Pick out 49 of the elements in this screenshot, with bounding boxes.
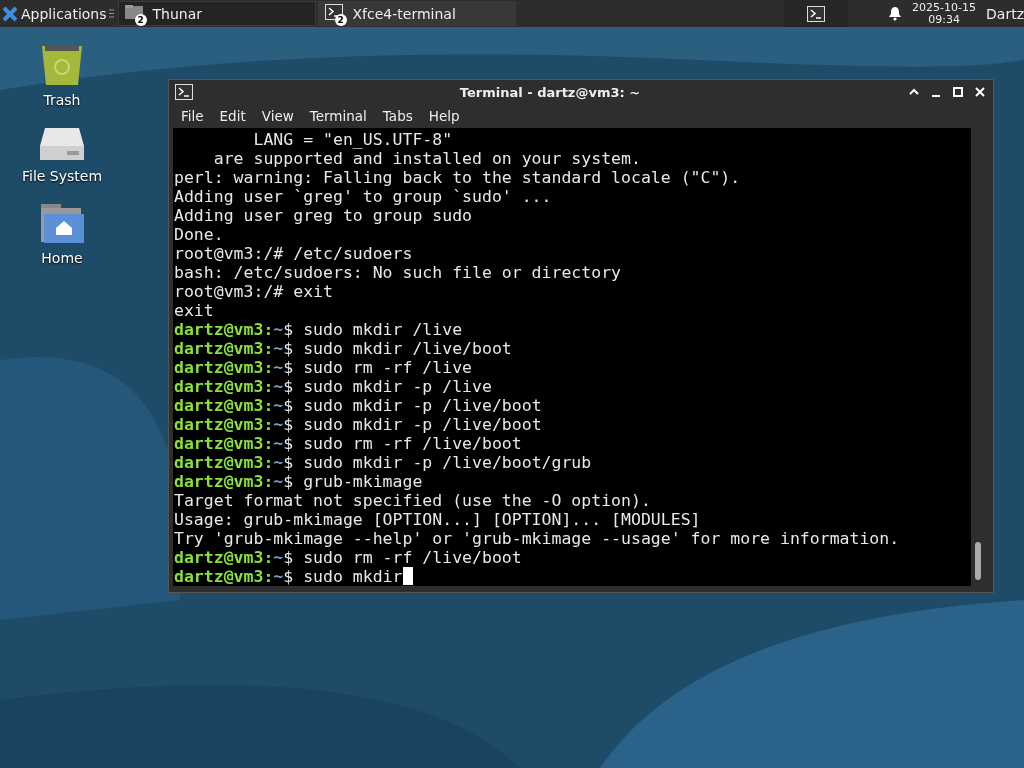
taskbar-button[interactable]: 2 Xfce4-terminal bbox=[317, 1, 516, 26]
maximize-icon[interactable] bbox=[951, 85, 965, 100]
clock-time: 09:34 bbox=[928, 13, 960, 26]
prompt-line: dartz@vm3:~$ grub-mkimage bbox=[174, 472, 424, 491]
menu-item[interactable]: Terminal bbox=[301, 108, 375, 125]
menu-item[interactable]: Help bbox=[420, 108, 468, 125]
output-line: Adding user `greg' to group `sudo' ... bbox=[174, 187, 553, 206]
output-line: Target format not specified (use the -O option). bbox=[174, 491, 652, 510]
prompt-line: dartz@vm3:~$ sudo mkdir /live bbox=[174, 320, 464, 339]
menu-item[interactable]: File bbox=[173, 108, 212, 125]
drive-icon bbox=[39, 126, 85, 162]
desktop-icon-label[interactable]: Trash bbox=[43, 92, 81, 108]
desktop-icon-label[interactable]: Home bbox=[41, 250, 83, 266]
prompt-line: dartz@vm3:~$ sudo mkdir -p /live bbox=[174, 377, 493, 396]
menu-item[interactable]: View bbox=[253, 108, 302, 125]
window-title: Terminal - dartz@vm3: ~ bbox=[458, 84, 642, 100]
output-line: root@vm3:/# /etc/sudoers bbox=[174, 244, 414, 263]
scrollbar-thumb[interactable] bbox=[975, 542, 981, 580]
output-line: Adding user greg to group sudo bbox=[174, 206, 473, 225]
output-line: are supported and installed on your system. bbox=[212, 149, 642, 168]
prompt-line: dartz@vm3:~$ sudo rm -rf /live/boot bbox=[174, 434, 523, 453]
prompt-line: dartz@vm3:~$ sudo mkdir -p /live/boot/grub bbox=[174, 453, 593, 472]
user-menu[interactable]: Dartz bbox=[986, 5, 1024, 22]
menu-item[interactable]: Tabs bbox=[374, 108, 421, 125]
desktop-icon-label[interactable]: File System bbox=[21, 168, 103, 184]
terminal-launcher-icon bbox=[807, 5, 826, 22]
output-line: exit bbox=[174, 301, 215, 320]
output-line: Try 'grub-mkimage --help' or 'grub-mkimage --usage' for more information. bbox=[174, 529, 901, 548]
output-line: bash: /etc/sudoers: No such file or directory bbox=[174, 263, 623, 282]
notification-bell-icon[interactable] bbox=[888, 6, 903, 21]
output-line: root@vm3:/# exit bbox=[174, 282, 334, 301]
terminal-icon bbox=[175, 84, 193, 101]
clock-date: 2025-10-15 bbox=[912, 1, 977, 14]
home-folder-icon bbox=[40, 202, 84, 244]
prompt-line: dartz@vm3:~$ sudo mkdir /live/boot bbox=[174, 339, 513, 358]
menu-item[interactable]: Edit bbox=[211, 108, 254, 125]
prompt-line: dartz@vm3:~$ sudo mkdir bbox=[174, 567, 971, 586]
prompt-line: dartz@vm3:~$ sudo mkdir -p /live/boot bbox=[174, 415, 543, 434]
output-line: Usage: grub-mkimage [OPTION...] [OPTION]... [MODULES] bbox=[174, 510, 702, 529]
output-line: LANG = "en_US.UTF-8" bbox=[252, 130, 454, 149]
output-line: perl: warning: Falling back to the standard locale ("C"). bbox=[174, 168, 742, 187]
handle-icon bbox=[108, 9, 114, 18]
output-line: Done. bbox=[174, 225, 225, 244]
prompt-line: dartz@vm3:~$ sudo rm -rf /live bbox=[174, 358, 474, 377]
applications-menu[interactable]: Applications bbox=[0, 0, 109, 27]
prompt-line: dartz@vm3:~$ sudo mkdir -p /live/boot bbox=[174, 396, 543, 415]
taskbar-button[interactable]: 2 Thunar bbox=[117, 1, 316, 26]
prompt-line: dartz@vm3:~$ sudo rm -rf /live/boot bbox=[174, 548, 523, 567]
xfce-logo-icon bbox=[2, 5, 18, 22]
